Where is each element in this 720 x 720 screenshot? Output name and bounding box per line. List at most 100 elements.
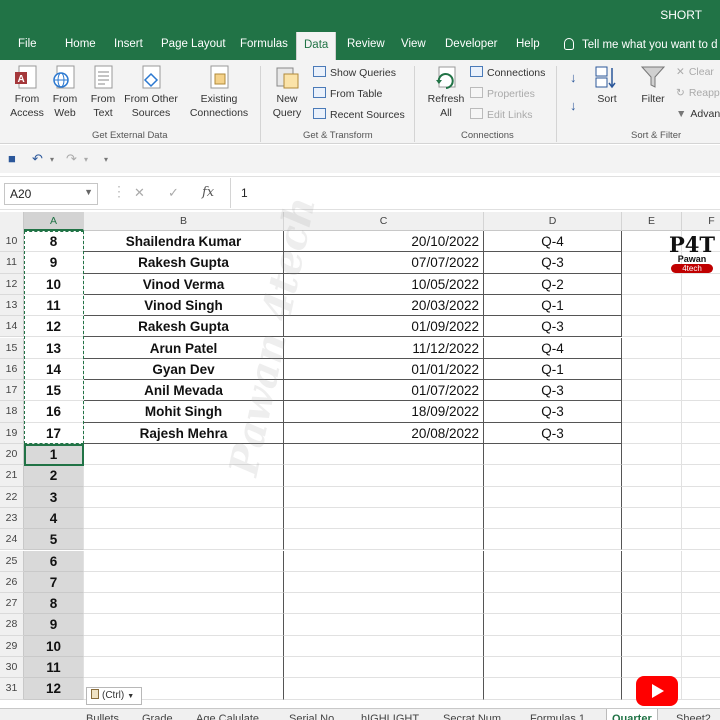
- tab-page-layout[interactable]: Page Layout: [161, 38, 226, 50]
- redo-icon[interactable]: ↷: [66, 151, 77, 167]
- cell-serial[interactable]: 11: [24, 294, 84, 317]
- cell-serial[interactable]: 9: [24, 614, 84, 636]
- cell-quarter[interactable]: [484, 550, 622, 572]
- cell-empty[interactable]: [682, 423, 720, 444]
- cell-serial[interactable]: 11: [24, 657, 84, 679]
- cell-quarter[interactable]: [484, 465, 622, 487]
- cell-quarter[interactable]: [484, 486, 622, 508]
- cell-date[interactable]: [284, 507, 484, 530]
- cell-empty[interactable]: [622, 380, 682, 402]
- sheet-tab-highlight[interactable]: hIGHLIGHT: [361, 709, 419, 720]
- chevron-down-icon[interactable]: ▼: [84, 187, 93, 197]
- cell-quarter[interactable]: Q-4: [484, 231, 622, 253]
- cell-empty[interactable]: [682, 295, 720, 317]
- sheet-tab-bullets[interactable]: Bullets: [86, 709, 119, 720]
- cell-name[interactable]: [84, 550, 284, 572]
- cell-name[interactable]: [84, 486, 284, 508]
- cell-name[interactable]: [84, 507, 284, 530]
- tab-file[interactable]: File: [18, 38, 37, 50]
- row-header[interactable]: 29: [0, 635, 24, 657]
- cell-serial[interactable]: 8: [24, 593, 84, 615]
- cell-empty[interactable]: [682, 636, 720, 657]
- cell-date[interactable]: [284, 614, 484, 636]
- cell-empty[interactable]: [682, 551, 720, 572]
- row-header[interactable]: 23: [0, 507, 24, 530]
- cell-empty[interactable]: [622, 401, 682, 423]
- cell-serial[interactable]: 2: [24, 465, 84, 487]
- row-header[interactable]: 13: [0, 294, 24, 317]
- cell-serial[interactable]: 10: [24, 273, 84, 295]
- row-header[interactable]: 28: [0, 614, 24, 636]
- row-header[interactable]: 16: [0, 358, 24, 381]
- cell-empty[interactable]: [682, 316, 720, 338]
- reapply-button[interactable]: ↻ Reapp: [676, 87, 720, 99]
- tab-home[interactable]: Home: [65, 38, 96, 50]
- cell-date[interactable]: [284, 486, 484, 508]
- row-header[interactable]: 20: [0, 444, 24, 466]
- from-text-button[interactable]: From Text: [86, 64, 120, 120]
- cell-date[interactable]: [284, 465, 484, 487]
- column-header-f[interactable]: F: [682, 212, 720, 231]
- cell-empty[interactable]: [622, 593, 682, 615]
- row-header[interactable]: 19: [0, 422, 24, 444]
- cell-name[interactable]: [84, 529, 284, 551]
- tab-review[interactable]: Review: [347, 38, 385, 50]
- column-header-d[interactable]: D: [484, 212, 622, 231]
- cell-serial[interactable]: 3: [24, 486, 84, 508]
- cell-date[interactable]: 20/08/2022: [284, 422, 484, 444]
- cell-empty[interactable]: [622, 444, 682, 466]
- cell-quarter[interactable]: [484, 571, 622, 594]
- check-icon[interactable]: ✓: [168, 185, 179, 201]
- sort-a-z-icon[interactable]: ↓: [570, 70, 577, 85]
- cell-empty[interactable]: [682, 444, 720, 466]
- cell-serial[interactable]: 7: [24, 571, 84, 594]
- cell-serial[interactable]: 9: [24, 252, 84, 274]
- tell-me-search[interactable]: Tell me what you want to d: [564, 38, 718, 51]
- cell-empty[interactable]: [682, 657, 720, 679]
- cell-name[interactable]: Vinod Verma: [84, 273, 284, 295]
- advanced-button[interactable]: ▼ Advan: [676, 108, 720, 120]
- cell-quarter[interactable]: [484, 444, 622, 466]
- sort-button[interactable]: Sort: [590, 64, 624, 106]
- cell-serial[interactable]: 4: [24, 507, 84, 530]
- cell-serial[interactable]: 14: [24, 358, 84, 381]
- cell-serial[interactable]: 12: [24, 316, 84, 338]
- cell-quarter[interactable]: [484, 529, 622, 551]
- properties-button[interactable]: Properties: [470, 87, 535, 100]
- sheet-tab-sheet2[interactable]: Sheet2: [676, 709, 711, 720]
- tab-insert[interactable]: Insert: [114, 38, 143, 50]
- new-query-button[interactable]: New Query: [266, 64, 308, 120]
- row-header[interactable]: 25: [0, 550, 24, 572]
- cell-empty[interactable]: [682, 465, 720, 487]
- cell-date[interactable]: 18/09/2022: [284, 401, 484, 423]
- name-box[interactable]: A20 ▼: [4, 183, 98, 205]
- cell-empty[interactable]: [622, 635, 682, 657]
- save-icon[interactable]: ■: [8, 151, 16, 166]
- youtube-icon[interactable]: [636, 676, 678, 706]
- cell-empty[interactable]: [622, 465, 682, 487]
- tab-formulas[interactable]: Formulas: [240, 38, 288, 50]
- cell-serial[interactable]: 16: [24, 401, 84, 423]
- cell-date[interactable]: 11/12/2022: [284, 337, 484, 359]
- row-header[interactable]: 12: [0, 273, 24, 295]
- cell-name[interactable]: [84, 593, 284, 615]
- cell-date[interactable]: 01/01/2022: [284, 358, 484, 381]
- cell-quarter[interactable]: Q-3: [484, 252, 622, 274]
- cell-empty[interactable]: [682, 380, 720, 402]
- cell-date[interactable]: [284, 571, 484, 594]
- cell-date[interactable]: [284, 635, 484, 657]
- cell-empty[interactable]: [682, 359, 720, 381]
- tab-help[interactable]: Help: [516, 38, 540, 50]
- cell-empty[interactable]: [682, 401, 720, 423]
- cell-empty[interactable]: [682, 529, 720, 551]
- sheet-tab-formulas-1[interactable]: Formulas 1: [530, 709, 585, 720]
- cell-empty[interactable]: [622, 422, 682, 444]
- cell-date[interactable]: [284, 678, 484, 700]
- cell-quarter[interactable]: Q-1: [484, 358, 622, 381]
- cell-serial[interactable]: 10: [24, 635, 84, 657]
- row-header[interactable]: 18: [0, 401, 24, 423]
- edit-links-button[interactable]: Edit Links: [470, 108, 533, 121]
- cell-quarter[interactable]: Q-2: [484, 273, 622, 295]
- from-other-sources-button[interactable]: From Other Sources: [122, 64, 180, 120]
- cell-date[interactable]: 01/09/2022: [284, 316, 484, 338]
